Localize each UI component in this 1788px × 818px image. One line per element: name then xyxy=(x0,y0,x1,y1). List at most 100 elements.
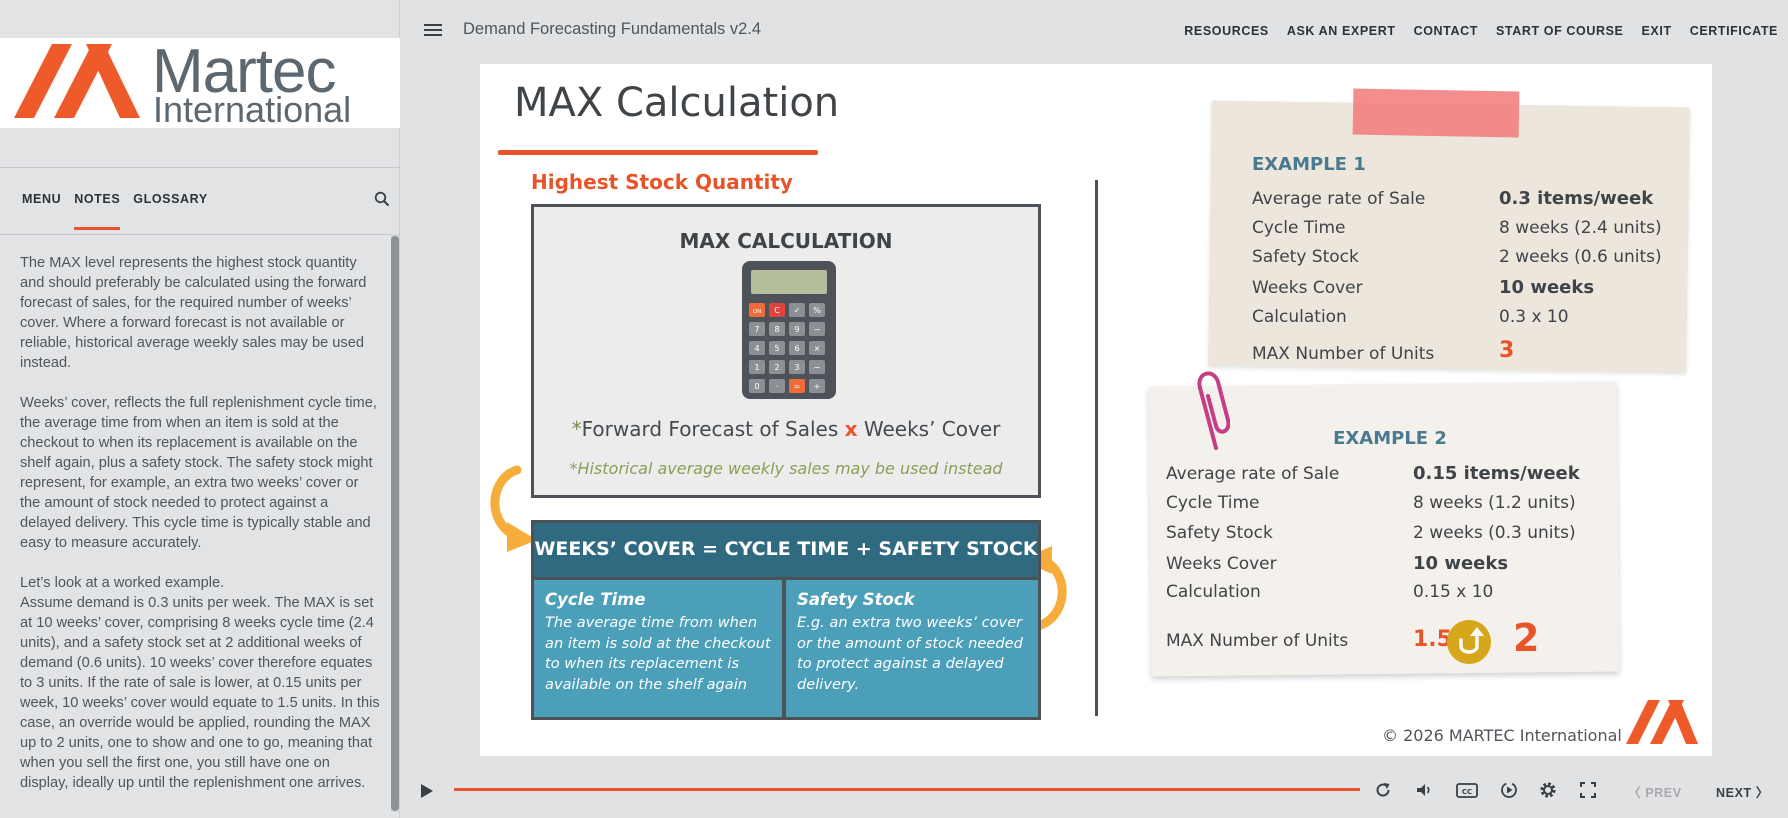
next-label: NEXT xyxy=(1716,786,1752,800)
calculator-key-label: 4 xyxy=(754,344,759,353)
example-2-value: 0.15 x 10 xyxy=(1413,582,1494,602)
calculator-key-label: 2 xyxy=(774,363,779,372)
example-1-label: Calculation xyxy=(1252,307,1347,327)
calculator-key-label: × xyxy=(814,344,821,353)
course-title: Demand Forecasting Fundamentals v2.4 xyxy=(463,20,762,38)
cycle-time-text: The average time from when an item is so… xyxy=(545,614,771,693)
calculator-key-label: 1 xyxy=(754,363,759,372)
example-2-label: Calculation xyxy=(1166,582,1261,602)
logo-word-international: International xyxy=(153,89,352,130)
playback-speed-icon[interactable] xyxy=(1500,781,1518,799)
settings-icon[interactable] xyxy=(1539,781,1557,799)
sidebar-divider xyxy=(0,167,400,168)
svg-text:CC: CC xyxy=(1462,788,1472,796)
nav-ask-an-expert[interactable]: ASK AN EXPERT xyxy=(1287,24,1396,38)
example-1-label: Cycle Time xyxy=(1252,218,1346,238)
chevron-left-icon: 〈 xyxy=(1628,786,1646,800)
tab-notes[interactable]: NOTES xyxy=(74,192,121,230)
example-2-label: Cycle Time xyxy=(1166,493,1260,513)
fullscreen-icon[interactable] xyxy=(1579,781,1597,799)
calculator-key-label: % xyxy=(813,306,821,315)
formula-multiply: x xyxy=(844,417,858,441)
martec-m-logo-icon xyxy=(1626,700,1698,744)
calculator-key-label: 6 xyxy=(794,344,799,353)
sidebar: Martec International MENU NOTES GLOSSARY… xyxy=(0,0,400,818)
chevron-right-icon: 〉 xyxy=(1751,786,1769,800)
example-1-label: Weeks Cover xyxy=(1252,278,1363,298)
tab-glossary[interactable]: GLOSSARY xyxy=(133,192,207,206)
calculator-key-label: − xyxy=(814,363,821,372)
calculator-icon: ON C ✓ % 7 8 9 − 4 5 6 × 1 2 3 − 0 · = + xyxy=(742,261,836,399)
weeks-cover-box: WEEKS’ COVER = CYCLE TIME + SAFETY STOCK… xyxy=(531,520,1041,720)
sidebar-tabs: MENU NOTES GLOSSARY xyxy=(22,192,221,230)
cycle-time-cell: Cycle Time The average time from when an… xyxy=(534,580,782,717)
search-icon[interactable] xyxy=(374,191,390,207)
example-1-value: 10 weeks xyxy=(1499,277,1595,298)
calculator-key-label: − xyxy=(814,325,821,334)
formula-forward-forecast: Forward Forecast of Sales xyxy=(581,417,845,441)
nav-contact[interactable]: CONTACT xyxy=(1414,24,1478,38)
example-2-value: 10 weeks xyxy=(1413,553,1509,574)
round-up-arrow-icon xyxy=(1459,627,1484,654)
tape-decoration xyxy=(1352,88,1520,138)
example-2-value: 0.15 items/week xyxy=(1413,463,1580,484)
example-1-card: EXAMPLE 1 Average rate of Sale 0.3 items… xyxy=(1208,88,1700,375)
nav-certificate[interactable]: CERTIFICATE xyxy=(1690,24,1778,38)
nav-exit[interactable]: EXIT xyxy=(1642,24,1672,38)
weeks-cover-formula: WEEKS’ COVER = CYCLE TIME + SAFETY STOCK xyxy=(534,523,1038,577)
round-up-button[interactable] xyxy=(1447,620,1491,664)
notes-scrollbar-thumb[interactable] xyxy=(391,236,399,811)
sidebar-divider xyxy=(0,234,400,235)
play-icon[interactable] xyxy=(420,783,434,799)
example-1-title: EXAMPLE 1 xyxy=(1252,154,1366,175)
martec-logo: Martec International xyxy=(0,38,400,128)
safety-stock-text: E.g. an extra two weeks’ cover or the am… xyxy=(797,614,1023,693)
max-calculation-box: MAX CALCULATION ON C ✓% 7 8 9 − 4 5 6 × 1 2 3 − 0 · = + *F… xyxy=(531,204,1041,498)
title-underline xyxy=(498,150,818,155)
next-button[interactable]: NEXT 〉 xyxy=(1716,782,1769,801)
captions-icon[interactable]: CC xyxy=(1456,781,1478,799)
example-1-value: 8 weeks (2.4 units) xyxy=(1499,218,1662,238)
calculator-key-label: ✓ xyxy=(794,306,801,315)
calculator-key-label: = xyxy=(794,382,801,391)
tab-menu[interactable]: MENU xyxy=(22,192,61,206)
example-2-value: 2 weeks (0.3 units) xyxy=(1413,523,1576,543)
formula-note: *Historical average weekly sales may be … xyxy=(569,459,1003,478)
example-1-label: Safety Stock xyxy=(1252,247,1359,267)
hamburger-menu-icon[interactable] xyxy=(424,24,442,38)
notes-paragraph: The MAX level represents the highest sto… xyxy=(20,255,367,371)
calculator-key-label: 8 xyxy=(774,325,779,334)
calculator-key-label: C xyxy=(774,306,780,315)
example-2-rounded-units: 2 xyxy=(1513,616,1540,660)
example-1-value: 0.3 x 10 xyxy=(1499,307,1569,327)
example-2-label: Weeks Cover xyxy=(1166,554,1277,574)
notes-paragraph: Assume demand is 0.3 units per week. The… xyxy=(20,595,380,791)
vertical-divider xyxy=(1095,180,1098,716)
volume-icon[interactable] xyxy=(1415,781,1433,799)
slide-canvas: MAX Calculation Highest Stock Quantity M… xyxy=(480,64,1712,756)
example-2-label: Safety Stock xyxy=(1166,523,1273,543)
safety-stock-cell: Safety Stock E.g. an extra two weeks’ co… xyxy=(786,580,1038,717)
prev-button[interactable]: 〈 PREV xyxy=(1628,782,1682,801)
formula-weeks-cover: Weeks’ Cover xyxy=(857,417,1001,441)
slide-subheading: Highest Stock Quantity xyxy=(531,170,793,194)
nav-start-of-course[interactable]: START OF COURSE xyxy=(1496,24,1624,38)
cycle-time-title: Cycle Time xyxy=(545,590,646,609)
max-formula: *Forward Forecast of Sales x Weeks’ Cove… xyxy=(534,417,1038,441)
example-2-value: 8 weeks (1.2 units) xyxy=(1413,493,1576,513)
example-1-max-units: 3 xyxy=(1499,338,1515,363)
safety-stock-title: Safety Stock xyxy=(797,590,915,609)
slide-title: MAX Calculation xyxy=(514,80,840,126)
calculator-key-label: · xyxy=(776,382,779,391)
copyright-text: © 2026 MARTEC International xyxy=(1382,726,1622,745)
example-2-card: EXAMPLE 2 Average rate of Sale 0.15 item… xyxy=(1148,371,1630,677)
prev-label: PREV xyxy=(1645,786,1682,800)
formula-asterisk: * xyxy=(571,417,582,441)
replay-icon[interactable] xyxy=(1374,781,1392,799)
notes-panel: The MAX level represents the highest sto… xyxy=(20,253,380,813)
progress-fill xyxy=(454,788,1360,791)
calculator-key-label: 7 xyxy=(754,325,759,334)
nav-resources[interactable]: RESOURCES xyxy=(1184,24,1269,38)
example-1-value: 0.3 items/week xyxy=(1499,188,1654,209)
example-1-value: 2 weeks (0.6 units) xyxy=(1499,247,1662,267)
